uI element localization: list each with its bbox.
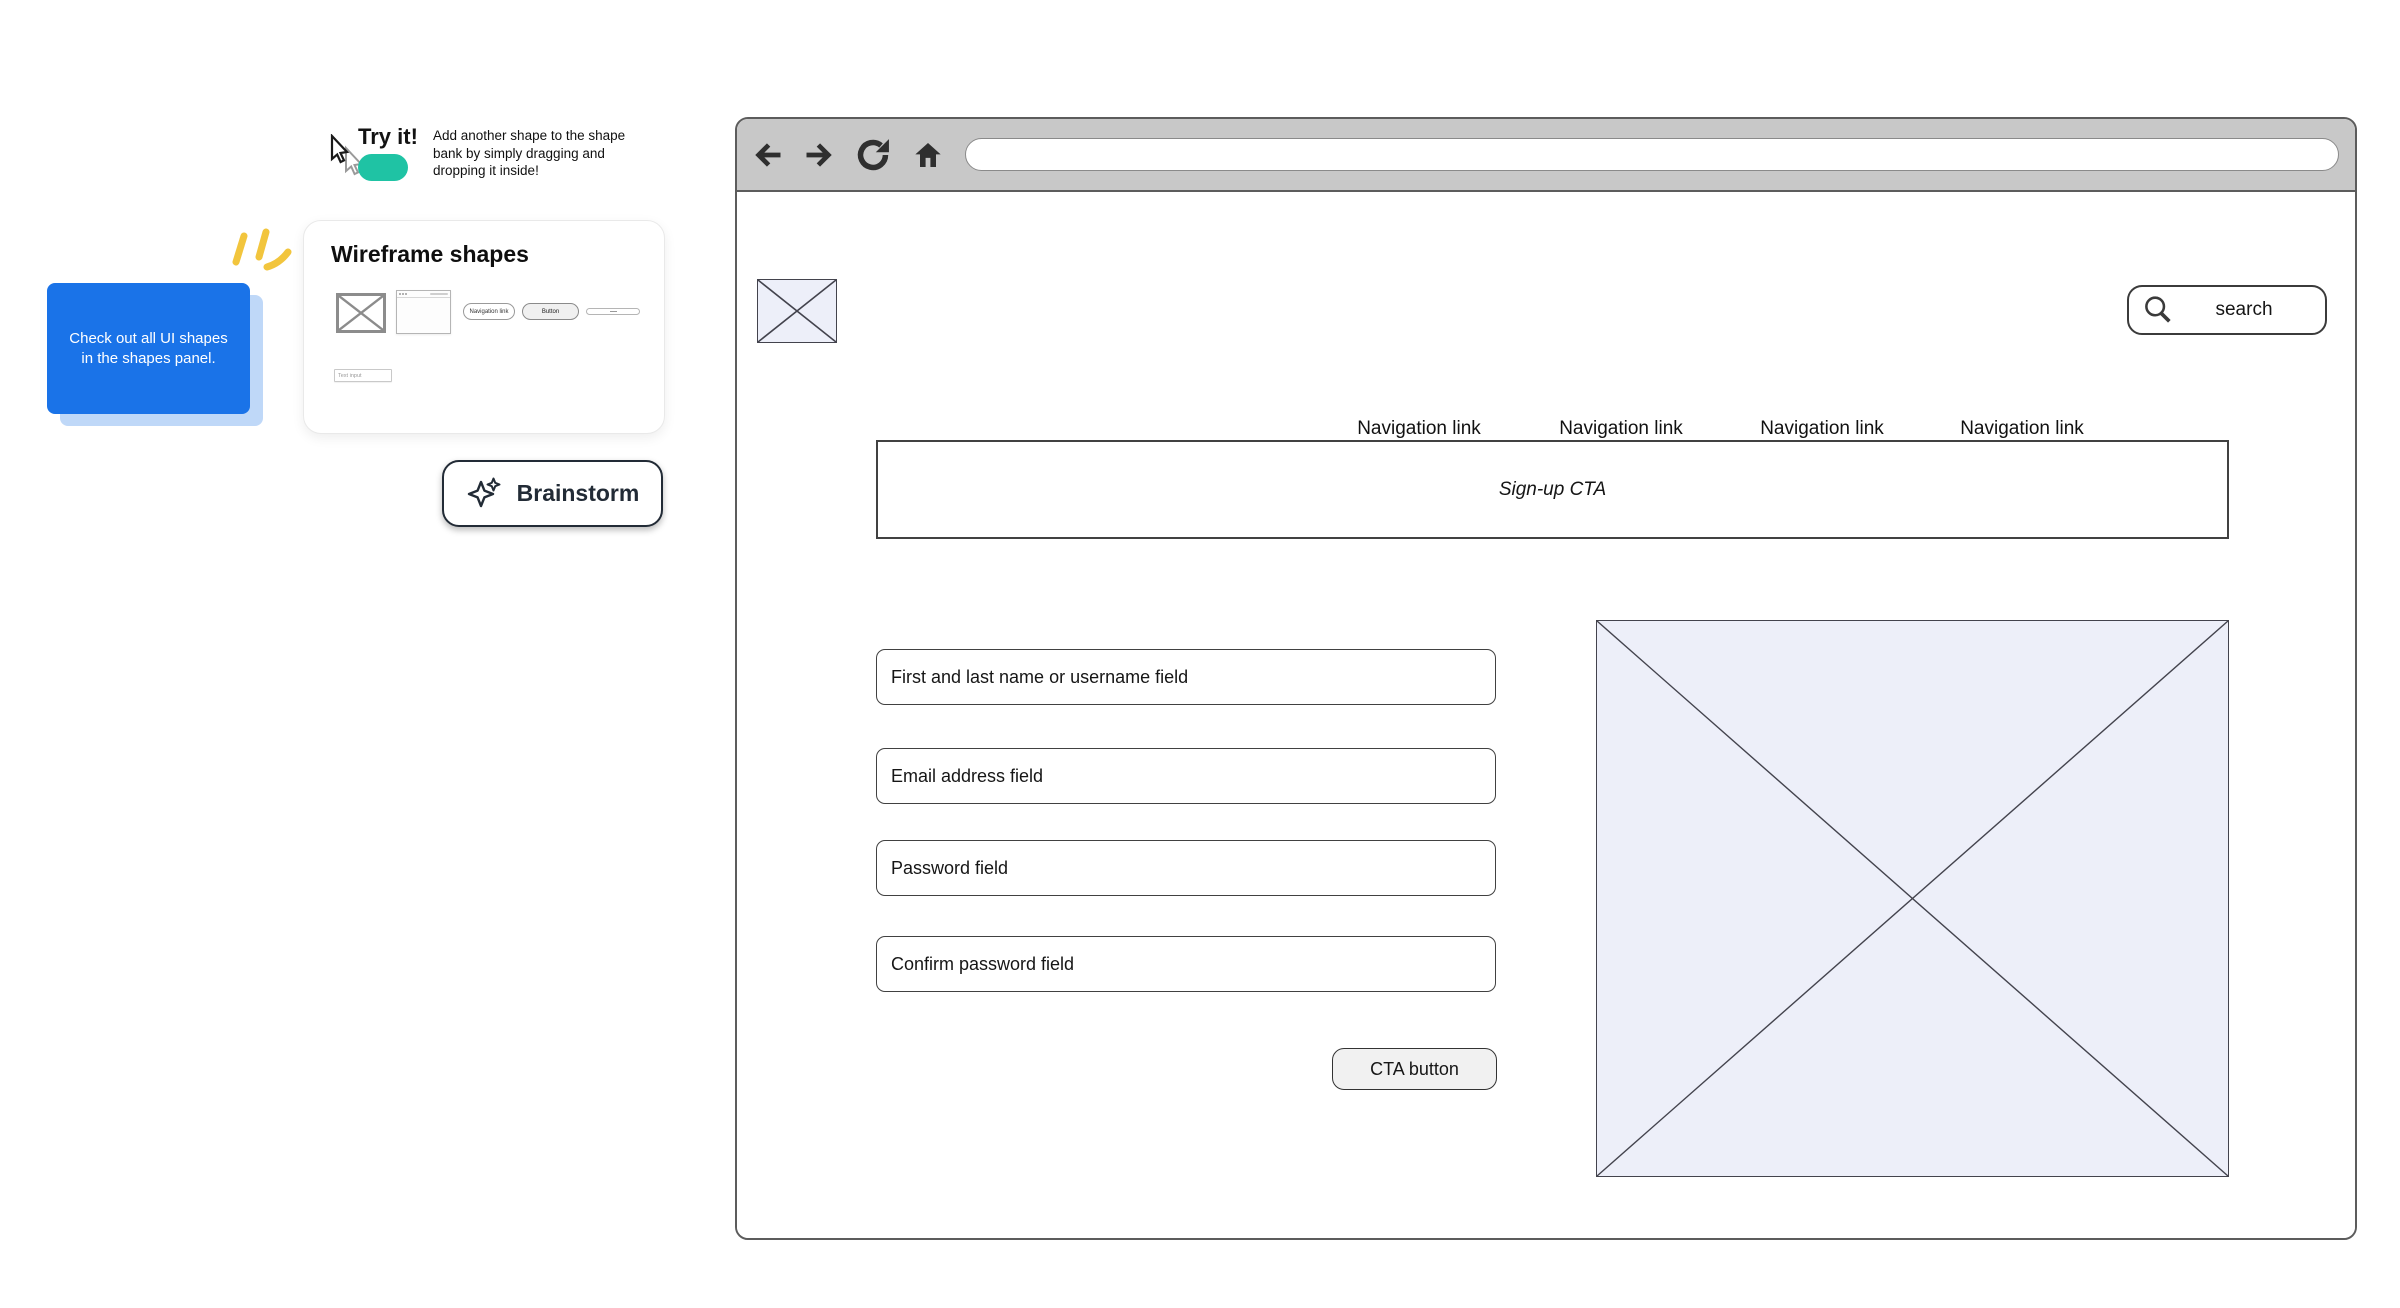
text-input-shape[interactable]: Text input (334, 369, 392, 382)
browser-window-shape[interactable] (396, 290, 451, 334)
nav-link-4[interactable]: Navigation link (1952, 418, 2092, 440)
signup-cta-banner[interactable]: Sign-up CTA (876, 440, 2229, 539)
navigation-link-shape[interactable]: Navigation link (463, 303, 515, 320)
button-shape-label: Button (541, 308, 560, 315)
image-placeholder[interactable] (1596, 620, 2229, 1177)
wireframe-browser-window[interactable]: Navigation link Navigation link Navigati… (735, 117, 2357, 1240)
back-arrow-icon (755, 142, 781, 167)
search-bar-shape[interactable] (586, 308, 640, 315)
home-icon (915, 142, 941, 167)
toggle-switch[interactable] (358, 154, 408, 181)
logo-placeholder[interactable] (757, 279, 837, 343)
name-field[interactable]: First and last name or username field (876, 649, 1496, 705)
home-button[interactable] (912, 139, 944, 171)
navigation-link-shape-label: Navigation link (469, 308, 509, 315)
url-bar[interactable] (965, 138, 2339, 171)
wireframe-page: Navigation link Navigation link Navigati… (737, 192, 2355, 1238)
sparkle-emphasis-icon (232, 228, 292, 271)
shape-bank-title: Wireframe shapes (331, 241, 529, 267)
tip-text: Add another shape to the shape bank by s… (433, 128, 626, 178)
search-box[interactable]: search (2127, 285, 2327, 335)
try-it-label: Try it! (358, 124, 418, 149)
search-label: search (2215, 299, 2273, 320)
reload-icon (857, 138, 889, 170)
nav-link-1[interactable]: Navigation link (1349, 418, 1489, 440)
nav-link-2[interactable]: Navigation link (1551, 418, 1691, 440)
sparkle-icon (467, 477, 501, 507)
brainstorm-button[interactable]: Brainstorm (442, 460, 663, 527)
search-bar-shape-dash (609, 311, 617, 312)
button-shape[interactable]: Button (522, 303, 579, 320)
shape-bank-panel[interactable]: Wireframe shapes Navigation link Button … (303, 220, 665, 434)
reload-button[interactable] (855, 137, 891, 173)
signup-cta-label: Sign-up CTA (1498, 478, 1607, 500)
text-input-shape-label: Text input (338, 372, 362, 379)
sticky-note[interactable]: Check out all UI shapes in the shapes pa… (47, 283, 250, 414)
mini-browser-toolbar (397, 291, 450, 298)
brainstorm-label: Brainstorm (516, 480, 640, 506)
password-field[interactable]: Password field (876, 840, 1496, 896)
search-icon (2145, 296, 2171, 323)
confirm-password-field[interactable]: Confirm password field (876, 936, 1496, 992)
image-placeholder-shape[interactable] (336, 293, 386, 333)
sticky-note-text: Check out all UI shapes in the shapes pa… (69, 329, 228, 367)
forward-arrow-icon (806, 142, 832, 167)
forward-button[interactable] (804, 140, 834, 170)
nav-link-3[interactable]: Navigation link (1752, 418, 1892, 440)
cta-button[interactable]: CTA button (1332, 1048, 1497, 1090)
back-button[interactable] (753, 140, 783, 170)
email-field[interactable]: Email address field (876, 748, 1496, 804)
browser-toolbar (737, 119, 2355, 192)
